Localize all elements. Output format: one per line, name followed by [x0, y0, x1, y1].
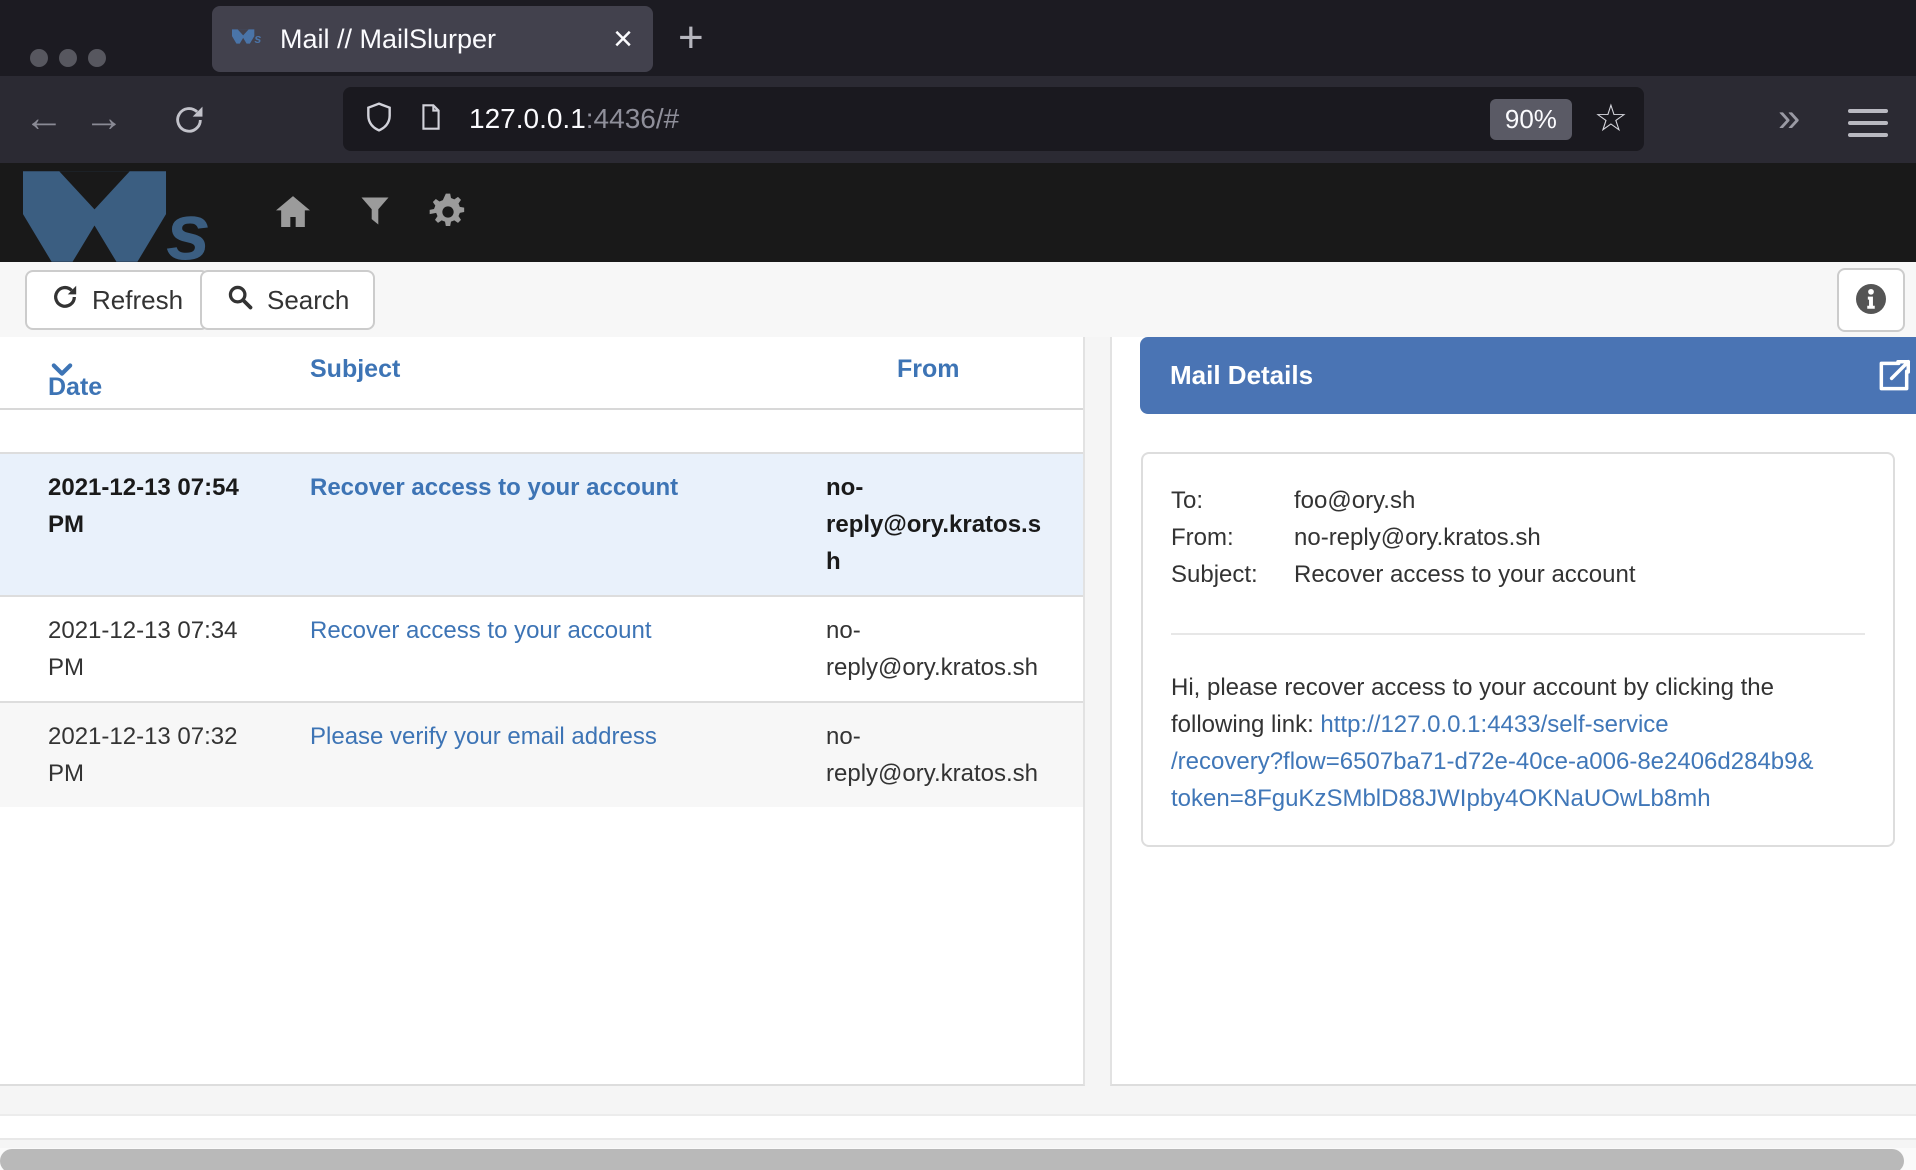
- svg-text:s: s: [254, 32, 261, 46]
- details-divider: [1171, 633, 1865, 635]
- bookmark-star-icon[interactable]: ☆: [1594, 100, 1628, 138]
- mail-list-panel: Date Subject From 2021-12-13 07:54 PM Re…: [0, 337, 1085, 1086]
- tab-favicon-mailslurper-icon: s: [232, 27, 264, 51]
- zoom-level-badge[interactable]: 90%: [1490, 99, 1572, 140]
- url-text[interactable]: 127.0.0.1:4436/#: [469, 103, 679, 135]
- mail-row-subject: Please verify your email address: [310, 718, 826, 792]
- open-external-icon[interactable]: [1875, 357, 1913, 400]
- hamburger-menu-icon[interactable]: [1848, 109, 1888, 145]
- filter-icon[interactable]: [357, 192, 393, 235]
- mail-subject-link[interactable]: Please verify your email address: [310, 723, 657, 750]
- mail-row-from: no-reply@ory.kratos.sh: [826, 718, 1083, 792]
- reload-icon[interactable]: [172, 103, 206, 142]
- column-header-from[interactable]: From: [897, 355, 960, 384]
- mail-row-date: 2021-12-13 07:32 PM: [48, 718, 310, 792]
- mailslurper-header: s: [0, 163, 1916, 262]
- mail-row[interactable]: 2021-12-13 07:32 PM Please verify your e…: [0, 701, 1083, 807]
- tab-close-icon[interactable]: ×: [613, 22, 633, 56]
- back-icon[interactable]: ←: [24, 94, 64, 142]
- url-bar[interactable]: 127.0.0.1:4436/# 90% ☆: [343, 87, 1644, 151]
- field-subject: Subject: Recover access to your account: [1171, 556, 1865, 593]
- mail-row-subject: Recover access to your account: [310, 612, 826, 686]
- page-info-icon[interactable]: [417, 102, 445, 137]
- forward-icon[interactable]: →: [84, 94, 124, 142]
- search-icon: [226, 283, 254, 318]
- mailslurper-logo: s: [23, 171, 228, 262]
- window-control-dots[interactable]: [30, 49, 106, 67]
- mail-body: Hi, please recover access to your accoun…: [1171, 669, 1865, 817]
- column-header-subject[interactable]: Subject: [310, 355, 400, 384]
- footer-strip: [0, 1114, 1916, 1140]
- field-from: From: no-reply@ory.kratos.sh: [1171, 519, 1865, 556]
- mail-row-subject: Recover access to your account: [310, 469, 826, 580]
- browser-navbar: ← → 127.0.0.1:4436/# 90% ☆ »: [0, 76, 1916, 163]
- mail-details-card: To: foo@ory.sh From: no-reply@ory.kratos…: [1141, 452, 1895, 847]
- to-value: foo@ory.sh: [1294, 482, 1415, 519]
- shield-icon[interactable]: [363, 101, 395, 138]
- horizontal-scrollbar-thumb[interactable]: [0, 1149, 1904, 1170]
- mail-row-date: 2021-12-13 07:54 PM: [48, 469, 310, 580]
- mail-rows: 2021-12-13 07:54 PM Recover access to yo…: [0, 452, 1083, 807]
- refresh-button[interactable]: Refresh: [25, 270, 209, 330]
- mail-details-title: Mail Details: [1170, 360, 1313, 391]
- home-icon[interactable]: [273, 192, 313, 237]
- field-to: To: foo@ory.sh: [1171, 482, 1865, 519]
- browser-tab-bar: s Mail // MailSlurper × +: [0, 0, 1916, 76]
- settings-gear-icon[interactable]: [428, 192, 468, 237]
- mail-row-from: no-reply@ory.kratos.sh: [826, 612, 1083, 686]
- svg-text:s: s: [166, 186, 211, 262]
- info-button[interactable]: [1837, 268, 1905, 332]
- mail-row-date: 2021-12-13 07:34 PM: [48, 612, 310, 686]
- mail-details-panel: Mail Details To: foo@ory.sh From: no-rep…: [1110, 337, 1916, 1086]
- new-tab-button[interactable]: +: [678, 10, 704, 66]
- toolbar-overflow-icon[interactable]: »: [1778, 96, 1800, 141]
- search-button[interactable]: Search: [200, 270, 375, 330]
- main-content: Date Subject From 2021-12-13 07:54 PM Re…: [0, 337, 1916, 1086]
- browser-tab[interactable]: s Mail // MailSlurper ×: [212, 6, 653, 72]
- app-toolbar: Refresh Search: [0, 262, 1916, 337]
- column-header-date[interactable]: Date: [48, 355, 76, 383]
- mail-details-heading: Mail Details: [1140, 337, 1916, 414]
- mail-row[interactable]: 2021-12-13 07:54 PM Recover access to yo…: [0, 452, 1083, 595]
- mail-row[interactable]: 2021-12-13 07:34 PM Recover access to yo…: [0, 595, 1083, 701]
- refresh-icon: [51, 283, 79, 318]
- mail-subject-link[interactable]: Recover access to your account: [310, 617, 652, 644]
- list-spacer: [0, 410, 1083, 452]
- mail-subject-link[interactable]: Recover access to your account: [310, 474, 678, 501]
- subject-value: Recover access to your account: [1294, 556, 1636, 593]
- mail-row-from: no-reply@ory.kratos.sh: [826, 469, 1083, 580]
- info-icon: [1853, 281, 1889, 320]
- mail-list-header: Date Subject From: [0, 337, 1083, 410]
- from-value: no-reply@ory.kratos.sh: [1294, 519, 1541, 556]
- tab-title: Mail // MailSlurper: [280, 24, 496, 55]
